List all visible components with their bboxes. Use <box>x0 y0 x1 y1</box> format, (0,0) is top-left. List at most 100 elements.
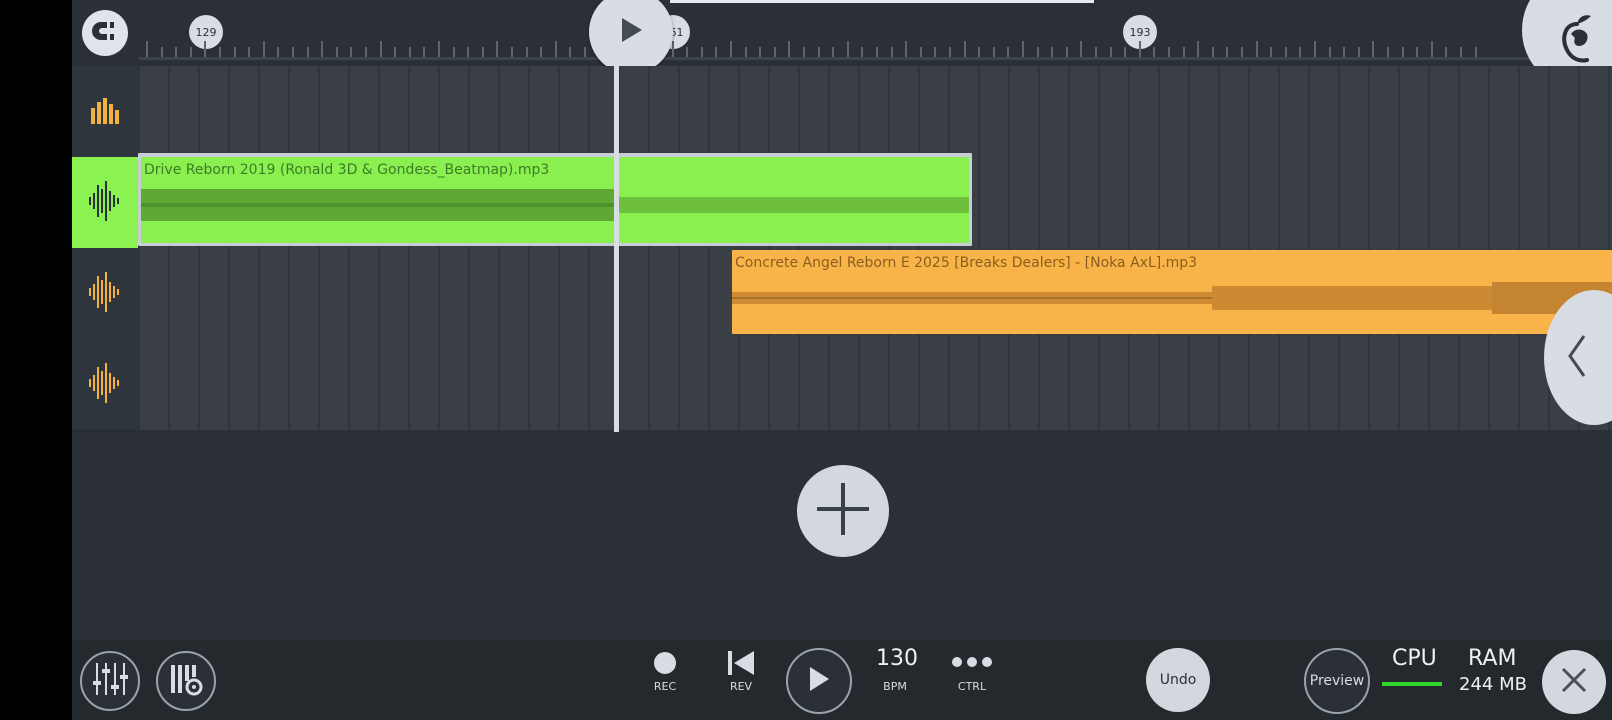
ruler-tick <box>671 41 674 57</box>
ruler-tick <box>759 47 762 57</box>
fl-fruit-logo-icon <box>1557 10 1603 72</box>
ruler-tick <box>525 47 528 57</box>
ruler-tick <box>262 41 265 57</box>
ruler-tick <box>861 47 864 57</box>
ruler-tick <box>832 47 835 57</box>
track-row-2[interactable]: Drive Reborn 2019 (Ronald 3D & Gondess_B… <box>72 153 1612 249</box>
ruler-tick <box>467 47 470 57</box>
mixer-button[interactable] <box>80 651 140 711</box>
ruler-tick <box>788 41 791 57</box>
track-header-3[interactable] <box>72 248 138 340</box>
ruler-tick <box>1051 47 1054 57</box>
ruler-tick <box>744 47 747 57</box>
ruler-tick <box>233 47 236 57</box>
ruler-tick <box>1387 47 1389 57</box>
transport-bar: REC REV 130 BPM CTRL Undo Preview CPU RA… <box>72 640 1612 720</box>
ruler-tick <box>1445 47 1448 57</box>
ctrl-menu-button[interactable] <box>950 648 994 676</box>
ruler-tick <box>846 41 849 57</box>
record-dot-icon <box>653 651 677 679</box>
ruler-tick <box>160 47 163 57</box>
track-lane-4[interactable] <box>138 339 1612 430</box>
ruler-tick <box>686 47 689 57</box>
undo-button[interactable]: Undo <box>1146 648 1210 712</box>
skip-back-icon <box>727 650 755 680</box>
timeline-ruler[interactable]: 129 161 193 <box>138 0 1612 66</box>
ruler-tick <box>1007 47 1010 57</box>
ruler-tick <box>992 47 995 57</box>
loop-region-indicator[interactable] <box>670 0 1094 3</box>
cpu-meter <box>1382 682 1442 686</box>
ruler-tick <box>394 47 397 57</box>
track-header-2[interactable] <box>72 157 138 249</box>
ruler-tick <box>379 41 382 57</box>
ruler-tick <box>1460 47 1462 57</box>
ruler-tick <box>1095 47 1097 57</box>
audio-clip-concrete-angel[interactable]: Concrete Angel Reborn E 2025 [Breaks Dea… <box>732 250 1612 334</box>
playhead-line[interactable] <box>614 66 619 432</box>
ruler-tick <box>803 47 805 57</box>
ruler-tick <box>569 47 572 57</box>
chevron-left-icon <box>1566 334 1588 382</box>
ruler-tick <box>1124 47 1127 57</box>
ruler-tick <box>1182 47 1185 57</box>
audio-clip-drive-reborn[interactable]: Drive Reborn 2019 (Ronald 3D & Gondess_B… <box>138 153 972 246</box>
add-track-button[interactable] <box>797 465 889 557</box>
ruler-tick <box>1314 41 1316 57</box>
ruler-tick <box>919 47 922 57</box>
record-button[interactable] <box>650 650 680 680</box>
ruler-tick <box>219 47 221 57</box>
ruler-tick <box>934 47 937 57</box>
ruler-tick <box>1255 41 1258 57</box>
ruler-tick <box>890 47 893 57</box>
clip-waveform <box>141 187 969 223</box>
track-header-1[interactable] <box>72 66 138 158</box>
rev-label: REV <box>729 680 753 693</box>
ctrl-label: CTRL <box>957 680 987 693</box>
preview-button[interactable]: Preview <box>1304 648 1370 714</box>
playlist-tracks: Drive Reborn 2019 (Ronald 3D & Gondess_B… <box>72 66 1612 432</box>
close-icon <box>1560 666 1588 698</box>
ruler-tick <box>292 47 294 57</box>
ruler-tick <box>1022 41 1024 57</box>
ruler-tick <box>189 47 192 57</box>
ruler-tick <box>175 47 178 57</box>
transport-play-button[interactable] <box>786 648 852 714</box>
ruler-tick <box>496 41 499 57</box>
track-row-3[interactable]: Concrete Angel Reborn E 2025 [Breaks Dea… <box>72 248 1612 340</box>
ruler-tick <box>1357 47 1360 57</box>
clip-title: Concrete Angel Reborn E 2025 [Breaks Dea… <box>735 255 1198 271</box>
track-row-1[interactable] <box>72 66 1612 158</box>
ruler-tick <box>1168 47 1170 57</box>
rewind-button[interactable] <box>724 648 758 682</box>
ruler-tick <box>1036 47 1039 57</box>
ruler-tick <box>277 47 280 57</box>
ruler-tick <box>1109 47 1112 57</box>
track-header-4[interactable] <box>72 339 138 431</box>
clip-title: Drive Reborn 2019 (Ronald 3D & Gondess_B… <box>144 162 550 178</box>
ruler-tick <box>321 41 324 57</box>
ruler-tick <box>773 47 776 57</box>
bpm-value[interactable]: 130 <box>876 646 918 671</box>
ruler-tick <box>481 47 484 57</box>
snap-magnet-button[interactable] <box>82 10 128 56</box>
ruler-tick <box>1065 47 1068 57</box>
piano-roll-settings-button[interactable] <box>156 651 216 711</box>
ruler-tick <box>700 47 703 57</box>
ruler-tick <box>408 47 411 57</box>
track-lane-1[interactable] <box>138 66 1612 157</box>
ruler-tick <box>978 47 981 57</box>
ruler-tick <box>715 47 718 57</box>
audio-waveform-icon <box>88 180 122 225</box>
close-button[interactable] <box>1542 650 1606 714</box>
track-row-4[interactable] <box>72 339 1612 431</box>
track-lane-2[interactable]: Drive Reborn 2019 (Ronald 3D & Gondess_B… <box>138 153 1612 248</box>
ruler-tick <box>1299 47 1302 57</box>
track-lane-3[interactable]: Concrete Angel Reborn E 2025 [Breaks Dea… <box>138 248 1612 339</box>
ruler-tick <box>963 41 966 57</box>
ruler-tick <box>730 41 732 57</box>
play-icon <box>618 16 644 48</box>
ram-label: RAM <box>1468 646 1517 671</box>
ruler-tick <box>949 47 951 57</box>
ruler-tick <box>876 47 878 57</box>
